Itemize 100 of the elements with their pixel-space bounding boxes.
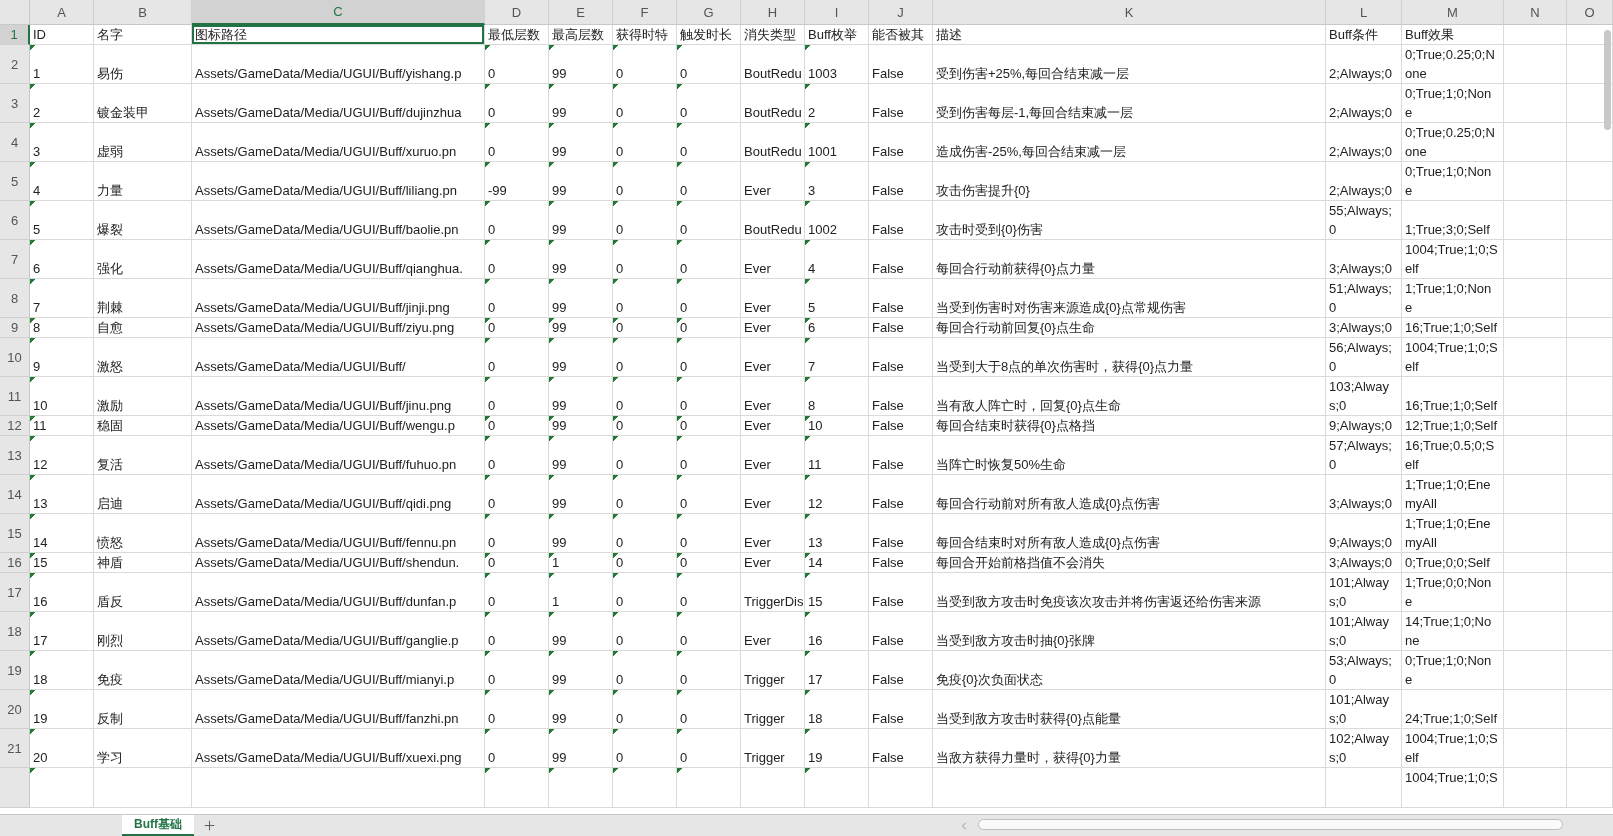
table-cell: 0	[677, 377, 741, 416]
table-cell: 99	[549, 84, 613, 123]
table-cell: 0;True;1;0;None	[1402, 651, 1504, 690]
table-cell: Assets/GameData/Media/UGUI/Buff/jinu.png	[192, 377, 485, 416]
table-cell: 0	[677, 612, 741, 651]
table-cell: False	[869, 573, 933, 612]
table-cell: 14;True;1;0;None	[1402, 612, 1504, 651]
table-cell: 99	[549, 338, 613, 377]
row-header[interactable]: 20	[0, 690, 30, 729]
table-cell: Assets/GameData/Media/UGUI/Buff/fennu.pn	[192, 514, 485, 553]
row-header[interactable]: 16	[0, 553, 30, 573]
column-header[interactable]: D	[485, 0, 549, 25]
table-cell: 愤怒	[94, 514, 192, 553]
table-cell: Assets/GameData/Media/UGUI/Buff/liliang.pn	[192, 162, 485, 201]
row-header[interactable]: 18	[0, 612, 30, 651]
row-header[interactable]: 2	[0, 45, 30, 84]
sheet-tab[interactable]: Buff基础	[122, 815, 194, 836]
horizontal-scrollbar[interactable]	[978, 819, 1563, 830]
column-header[interactable]: B	[94, 0, 192, 25]
column-header[interactable]: N	[1504, 0, 1567, 25]
table-cell: 激怒	[94, 338, 192, 377]
table-cell: 9	[30, 338, 94, 377]
column-header[interactable]: K	[933, 0, 1326, 25]
table-cell: 免疫	[94, 651, 192, 690]
table-cell: 0	[485, 573, 549, 612]
table-cell: 攻击时受到{0}伤害	[933, 201, 1326, 240]
table-cell: 99	[549, 729, 613, 768]
column-header[interactable]: G	[677, 0, 741, 25]
column-header[interactable]: O	[1567, 0, 1613, 25]
table-cell: 99	[549, 279, 613, 318]
table-cell: 99	[549, 436, 613, 475]
table-cell: False	[869, 729, 933, 768]
table-cell: 0	[485, 416, 549, 436]
row-header[interactable]	[0, 768, 30, 808]
row-header[interactable]: 8	[0, 279, 30, 318]
table-cell: TriggerDis	[741, 573, 805, 612]
table-cell: BoutRedu	[741, 45, 805, 84]
table-cell: 每回合开始前格挡值不会消失	[933, 553, 1326, 573]
table-cell: 0	[613, 690, 677, 729]
table-cell: 16;True;1;0;Self	[1402, 377, 1504, 416]
table-cell: 3;Always;0	[1326, 318, 1402, 338]
table-cell: 99	[549, 377, 613, 416]
row-header[interactable]: 12	[0, 416, 30, 436]
table-cell: False	[869, 612, 933, 651]
row-header[interactable]: 4	[0, 123, 30, 162]
table-cell: 18	[30, 651, 94, 690]
column-header[interactable]: I	[805, 0, 869, 25]
table-cell: Trigger	[741, 729, 805, 768]
table-cell: 荆棘	[94, 279, 192, 318]
table-cell: 2;Always;0	[1326, 123, 1402, 162]
table-cell: 启迪	[94, 475, 192, 514]
table-cell: 攻击伤害提升{0}	[933, 162, 1326, 201]
table-cell: 复活	[94, 436, 192, 475]
table-cell: 0	[677, 553, 741, 573]
table-cell: Assets/GameData/Media/UGUI/Buff/mianyi.p	[192, 651, 485, 690]
row-header[interactable]: 17	[0, 573, 30, 612]
row-header[interactable]: 3	[0, 84, 30, 123]
table-cell: 当有敌人阵亡时，回复{0}点生命	[933, 377, 1326, 416]
table-cell: Ever	[741, 475, 805, 514]
column-header[interactable]: F	[613, 0, 677, 25]
table-cell: Assets/GameData/Media/UGUI/Buff/xuexi.png	[192, 729, 485, 768]
row-header[interactable]: 7	[0, 240, 30, 279]
table-cell: 99	[549, 612, 613, 651]
table-cell: 0	[677, 318, 741, 338]
row-header[interactable]: 13	[0, 436, 30, 475]
column-header[interactable]: H	[741, 0, 805, 25]
table-cell: 0	[677, 416, 741, 436]
table-cell: 每回合行动前回复{0}点生命	[933, 318, 1326, 338]
table-cell: False	[869, 338, 933, 377]
row-header[interactable]: 15	[0, 514, 30, 553]
table-cell: 0	[613, 612, 677, 651]
table-cell: 0	[677, 436, 741, 475]
vertical-scrollbar[interactable]	[1604, 30, 1611, 130]
row-header[interactable]: 10	[0, 338, 30, 377]
table-cell: Ever	[741, 162, 805, 201]
table-cell: False	[869, 279, 933, 318]
table-cell: 101;Always;0	[1326, 573, 1402, 612]
column-header[interactable]: M	[1402, 0, 1504, 25]
table-cell: 0	[677, 240, 741, 279]
column-header[interactable]: E	[549, 0, 613, 25]
table-cell: 14	[805, 553, 869, 573]
column-header[interactable]: A	[30, 0, 94, 25]
row-header[interactable]: 11	[0, 377, 30, 416]
row-header[interactable]: 21	[0, 729, 30, 768]
table-cell: 镀金装甲	[94, 84, 192, 123]
row-header[interactable]: 9	[0, 318, 30, 338]
table-cell: -99	[485, 162, 549, 201]
row-header[interactable]: 6	[0, 201, 30, 240]
table-cell: 0	[613, 84, 677, 123]
table-cell: 1;True;0;0;None	[1402, 573, 1504, 612]
column-header[interactable]: L	[1326, 0, 1402, 25]
select-all-corner[interactable]	[0, 0, 30, 25]
row-header[interactable]: 14	[0, 475, 30, 514]
table-cell: 17	[805, 651, 869, 690]
row-header[interactable]: 1	[0, 25, 30, 45]
row-header[interactable]: 19	[0, 651, 30, 690]
row-header[interactable]: 5	[0, 162, 30, 201]
column-header[interactable]: C	[192, 0, 485, 25]
table-cell: 0	[613, 377, 677, 416]
column-header[interactable]: J	[869, 0, 933, 25]
